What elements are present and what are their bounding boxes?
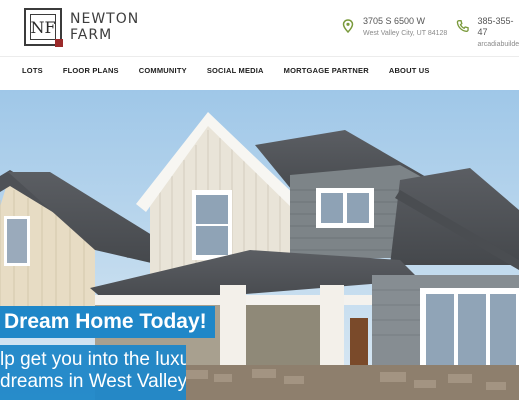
phone-email[interactable]: arcadiabuilder bbox=[478, 40, 519, 50]
nav-item-mortgage-partner[interactable]: MORTGAGE PARTNER bbox=[284, 66, 369, 75]
nav-item-floor-plans[interactable]: FLOOR PLANS bbox=[63, 66, 119, 75]
hero-subline-1: lp get you into the luxury bbox=[0, 349, 186, 370]
address-line2: West Valley City, UT 84128 bbox=[363, 30, 448, 37]
hero-subheadline: lp get you into the luxury dreams in Wes… bbox=[0, 345, 186, 400]
phone-number[interactable]: 385-355-47 bbox=[478, 16, 519, 38]
logo-monogram: NF bbox=[30, 17, 56, 37]
nav-item-community[interactable]: COMMUNITY bbox=[139, 66, 187, 75]
nav-item-lots[interactable]: LOTS bbox=[22, 66, 43, 75]
hero-headline: Dream Home Today! bbox=[0, 306, 215, 338]
map-pin-icon bbox=[342, 19, 354, 33]
site-header: NF NEWTON FARM 3705 S 6500 W West Valley… bbox=[0, 0, 519, 90]
hero-subline-2: dreams in West Valley! bbox=[0, 371, 186, 392]
main-nav: LOTS FLOOR PLANS COMMUNITY SOCIAL MEDIA … bbox=[22, 66, 450, 75]
phone-icon bbox=[456, 20, 469, 32]
nav-item-about-us[interactable]: ABOUT US bbox=[389, 66, 430, 75]
logo-wordmark: NEWTON FARM bbox=[70, 11, 139, 43]
contact-address: 3705 S 6500 W West Valley City, UT 84128 bbox=[341, 16, 447, 39]
header-divider bbox=[0, 56, 519, 57]
nav-item-social-media[interactable]: SOCIAL MEDIA bbox=[207, 66, 264, 75]
logo-name-line2: FARM bbox=[70, 27, 113, 43]
contact-phone[interactable]: 385-355-47 arcadiabuilder bbox=[456, 16, 519, 50]
logo-mark: NF bbox=[24, 8, 63, 47]
logo[interactable]: NF NEWTON FARM bbox=[24, 8, 139, 47]
address-line1: 3705 S 6500 W bbox=[363, 16, 426, 26]
logo-name-line1: NEWTON bbox=[70, 11, 140, 27]
